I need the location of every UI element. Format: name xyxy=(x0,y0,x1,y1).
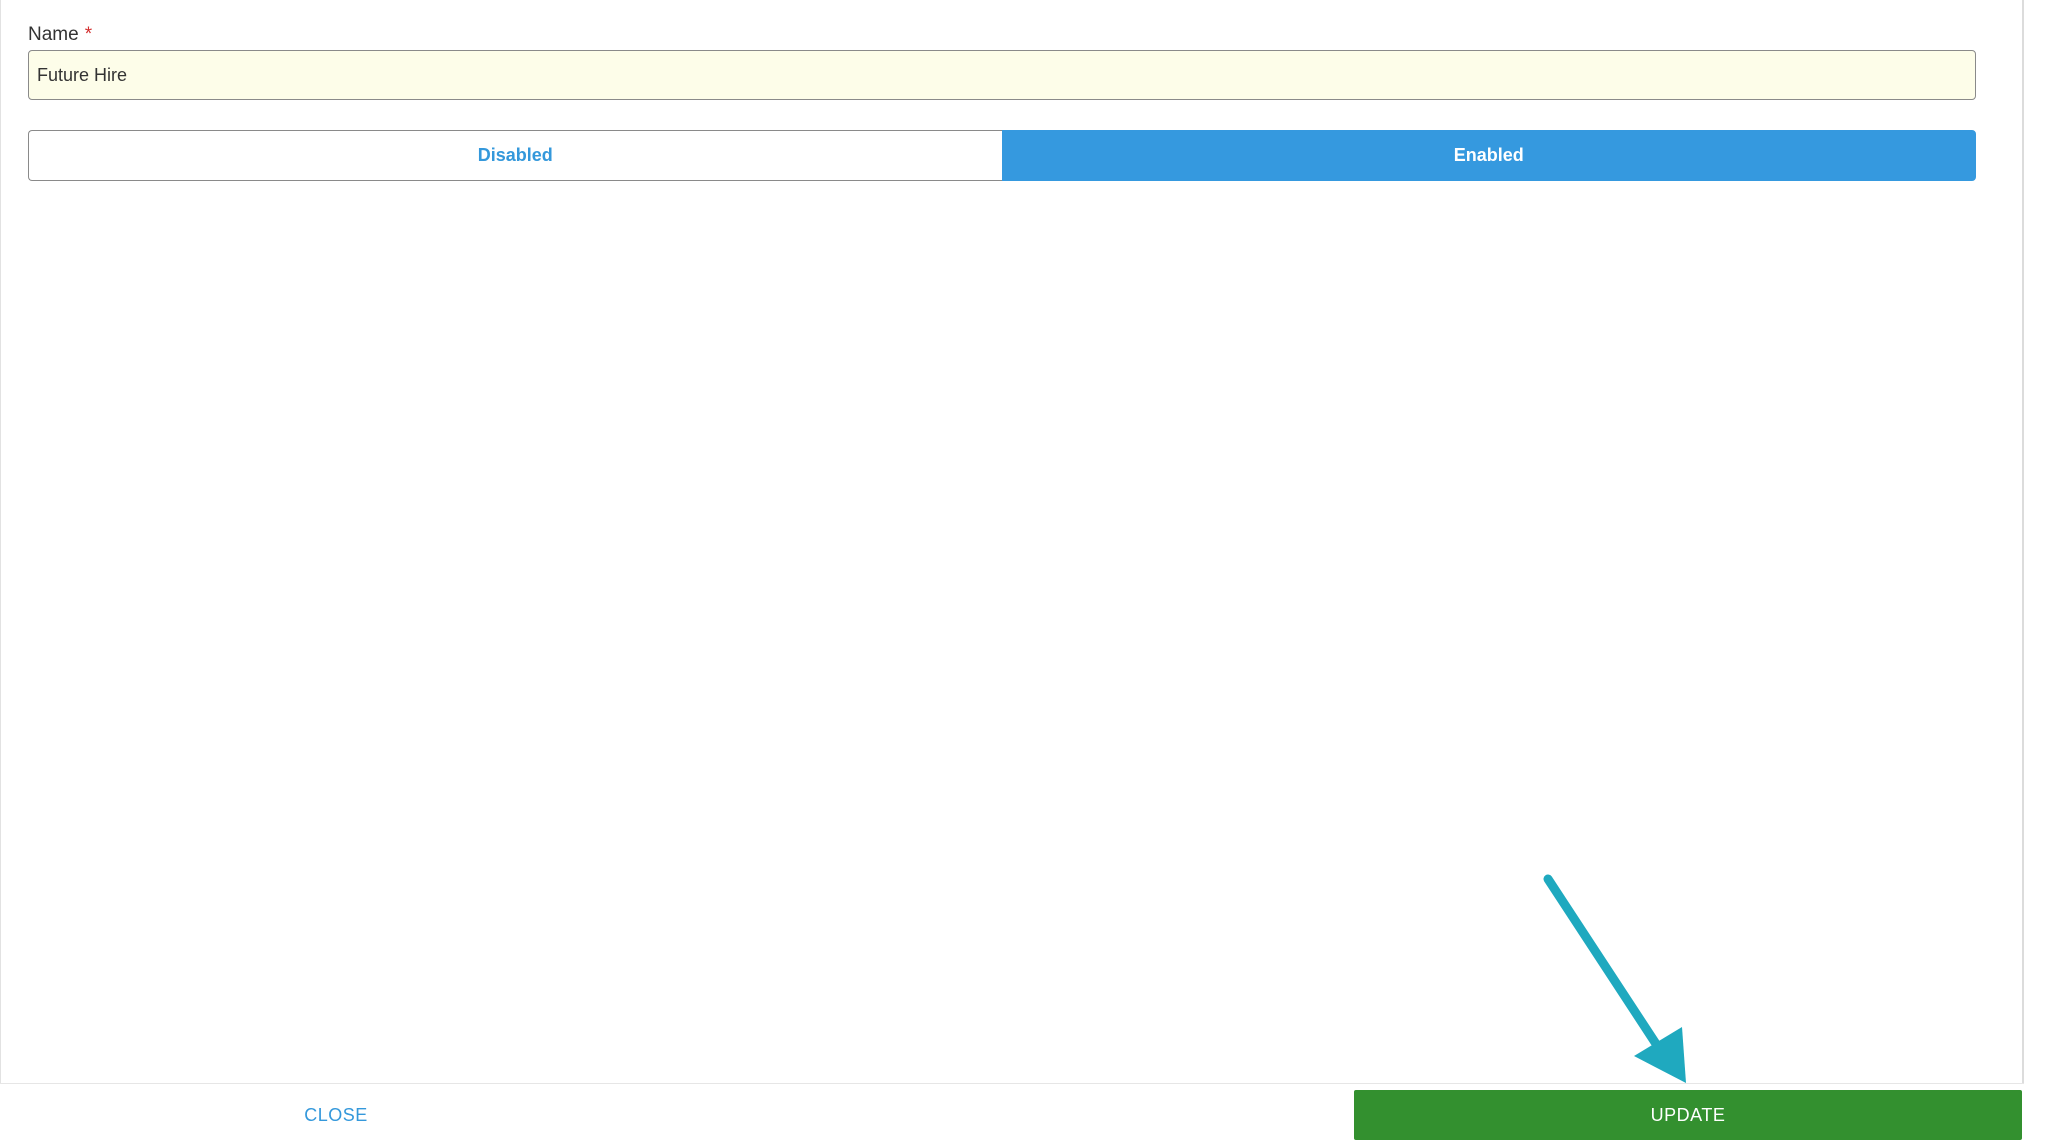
toggle-disabled-button[interactable]: Disabled xyxy=(28,130,1002,181)
name-label-text: Name xyxy=(28,24,79,45)
required-marker: * xyxy=(84,24,93,45)
name-field-label: Name * xyxy=(28,24,92,46)
edit-dialog-panel: Name* Disabled Enabled xyxy=(0,0,2024,1145)
name-input[interactable] xyxy=(28,50,1976,100)
status-toggle: Disabled Enabled xyxy=(28,130,1976,181)
update-button[interactable]: UPDATE xyxy=(1354,1090,2022,1140)
close-button[interactable]: CLOSE xyxy=(250,1090,422,1140)
toggle-enabled-button[interactable]: Enabled xyxy=(1001,130,1976,181)
